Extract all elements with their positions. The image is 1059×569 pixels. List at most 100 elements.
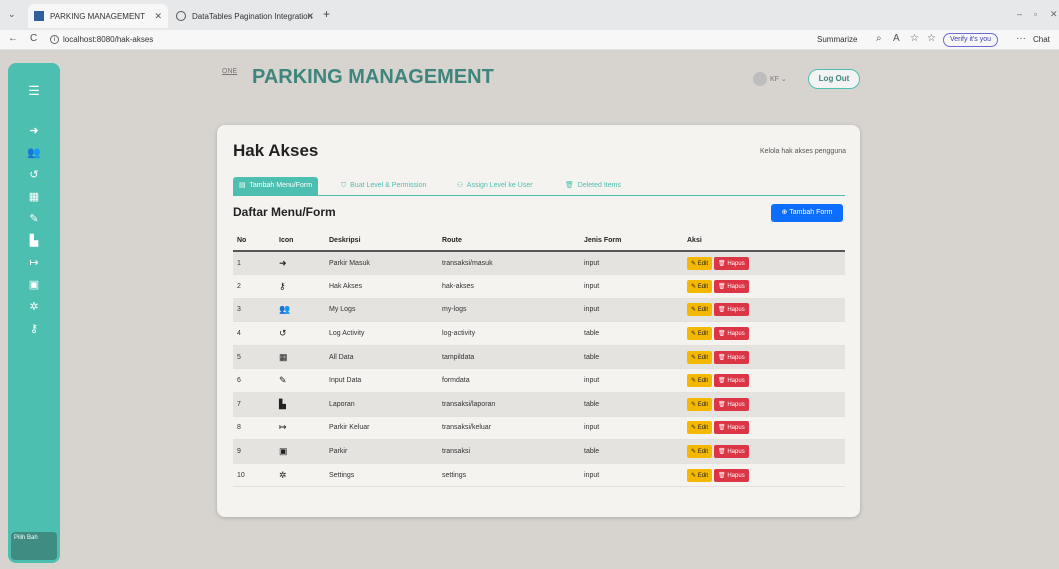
parking-favicon-icon xyxy=(34,11,44,21)
pencil-icon[interactable]: ✎ xyxy=(8,208,60,228)
cell-route: transaksi/keluar xyxy=(438,416,580,441)
logout-button[interactable]: Log Out xyxy=(808,69,860,89)
close-window-icon[interactable]: ✕ xyxy=(1050,9,1058,20)
cell-aksi: ✎ Edit 🗑 Hapus xyxy=(683,345,845,370)
square-icon[interactable]: ▣ xyxy=(8,274,60,294)
restore-icon[interactable]: ▫ xyxy=(1034,9,1037,19)
trash-icon: 🗑 xyxy=(718,378,726,385)
browser-tab-parking[interactable]: PARKING MANAGEMENT ✕ xyxy=(28,4,168,28)
table-icon[interactable]: ▦ xyxy=(8,186,60,206)
delete-button[interactable]: 🗑 Hapus xyxy=(714,327,749,341)
cell-route: tampildata xyxy=(438,345,580,370)
delete-button[interactable]: 🗑 Hapus xyxy=(714,256,749,270)
trash-icon: 🗑 xyxy=(718,260,726,267)
app-title: PARKING MANAGEMENT xyxy=(252,66,494,88)
logo: ONE xyxy=(222,68,238,75)
edit-button[interactable]: ✎ Edit xyxy=(687,256,713,270)
edit-button[interactable]: ✎ Edit xyxy=(687,279,713,293)
page-title: Hak Akses xyxy=(233,141,319,160)
back-icon[interactable]: ← xyxy=(8,33,18,44)
cell-route: transaksi xyxy=(438,439,580,464)
browser-tab-datatables[interactable]: DataTables Pagination Integration ✕ xyxy=(170,4,320,28)
column-header-jenis-form[interactable]: Jenis Form xyxy=(580,231,683,252)
column-header-deskripsi[interactable]: Deskripsi xyxy=(325,231,438,252)
favorite-star-icon[interactable]: ☆ xyxy=(910,33,919,44)
edit-button[interactable]: ✎ Edit xyxy=(687,350,713,364)
read-aloud-icon[interactable]: A xyxy=(893,33,900,44)
users-icon: 👥 xyxy=(275,298,325,323)
avatar[interactable] xyxy=(753,72,767,86)
cell-jenis-form: table xyxy=(580,439,683,464)
edit-button[interactable]: ✎ Edit xyxy=(687,397,713,411)
delete-button[interactable]: 🗑 Hapus xyxy=(714,303,749,317)
verify-profile-button[interactable]: Verify it's you xyxy=(943,33,999,47)
tab-buat-level[interactable]: ⛉ Buat Level & Permission xyxy=(335,177,432,195)
file-icon: ▙ xyxy=(275,392,325,417)
edit-button[interactable]: ✎ Edit xyxy=(687,421,713,435)
table-row: 10 ✲ Settings settings input ✎ Edit 🗑 Hapus xyxy=(233,463,845,488)
close-tab-icon[interactable]: ✕ xyxy=(306,11,314,22)
zoom-icon[interactable]: ⌕ xyxy=(876,33,882,44)
close-tab-icon[interactable]: ✕ xyxy=(154,11,162,22)
cell-jenis-form: input xyxy=(580,416,683,441)
edit-button[interactable]: ✎ Edit xyxy=(687,303,713,317)
cell-route: transaksi/laporan xyxy=(438,392,580,417)
users-icon[interactable]: 👥 xyxy=(8,142,60,162)
delete-button[interactable]: 🗑 Hapus xyxy=(714,374,749,388)
trash-icon: 🗑 xyxy=(718,401,726,408)
column-header-aksi[interactable]: Aksi xyxy=(683,231,845,252)
tab-tambah-menu[interactable]: ▤ Tambah Menu/Form xyxy=(233,177,319,195)
tab-list-chevron-icon[interactable]: ⌄ xyxy=(8,9,16,20)
hak-akses-card: Hak Akses Kelola hak akses pengguna ▤ Ta… xyxy=(217,125,860,517)
delete-button[interactable]: 🗑 Hapus xyxy=(714,421,749,435)
tab-assign-level[interactable]: ⚇ Assign Level ke User xyxy=(451,177,539,195)
summarize-button[interactable]: Summarize xyxy=(817,35,857,44)
gear-icon[interactable]: ✲ xyxy=(8,296,60,316)
cell-no: 1 xyxy=(233,251,275,276)
tab-deleted-items[interactable]: 🗑 Deleted Items xyxy=(559,177,627,195)
table-row: 6 ✎ Input Data formdata input ✎ Edit 🗑 Hapus xyxy=(233,368,845,394)
edit-button[interactable]: ✎ Edit xyxy=(687,468,713,482)
edit-button[interactable]: ✎ Edit xyxy=(687,327,713,341)
delete-button[interactable]: 🗑 Hapus xyxy=(714,445,749,459)
delete-button[interactable]: 🗑 Hapus xyxy=(714,397,749,411)
language-select[interactable]: Pilih Bah xyxy=(11,532,57,560)
table-row: 5 ▦ All Data tampildata table ✎ Edit 🗑 Hapus xyxy=(233,345,845,370)
add-form-button[interactable]: ⊕ Tambah Form xyxy=(771,204,843,222)
column-header-route[interactable]: Route xyxy=(438,231,580,252)
minimize-icon[interactable]: – xyxy=(1017,9,1022,19)
sidebar: ☰ ➜ 👥 ↺ ▦ ✎ ▙ ↦ ▣ ✲ ⚷ Pilih Bah xyxy=(8,63,60,563)
edit-icon: ✎ xyxy=(691,449,697,456)
delete-button[interactable]: 🗑 Hapus xyxy=(714,279,749,293)
new-tab-icon[interactable]: + xyxy=(323,7,330,21)
cell-no: 6 xyxy=(233,368,275,394)
edit-button[interactable]: ✎ Edit xyxy=(687,445,713,459)
sign-in-icon[interactable]: ➜ xyxy=(8,120,60,140)
trash-icon: 🗑 xyxy=(565,182,574,189)
delete-button[interactable]: 🗑 Hapus xyxy=(714,468,749,482)
column-header-icon[interactable]: Icon xyxy=(275,231,325,252)
table-body: 1 ➜ Parkir Masuk transaksi/masuk input ✎ Edit… xyxy=(233,251,845,488)
column-header-no[interactable]: No xyxy=(233,231,275,252)
key-icon[interactable]: ⚷ xyxy=(8,318,60,338)
edit-button[interactable]: ✎ Edit xyxy=(687,374,713,388)
cell-aksi: ✎ Edit 🗑 Hapus xyxy=(683,298,845,323)
more-icon[interactable]: ··· xyxy=(1016,33,1026,44)
reload-icon[interactable]: C xyxy=(30,33,37,44)
shield-icon: ⛉ xyxy=(341,182,347,189)
cell-no: 2 xyxy=(233,274,275,299)
cell-deskripsi: Parkir xyxy=(325,439,438,464)
chat-button[interactable]: Chat xyxy=(1033,35,1050,44)
file-icon[interactable]: ▙ xyxy=(8,230,60,250)
edit-icon: ✎ xyxy=(691,472,697,479)
favorites-icon[interactable]: ☆ xyxy=(927,33,936,44)
cell-deskripsi: Input Data xyxy=(325,368,438,394)
browser-tab-label: DataTables Pagination Integration xyxy=(192,11,313,21)
cell-jenis-form: table xyxy=(580,392,683,417)
sign-out-icon[interactable]: ↦ xyxy=(8,252,60,272)
history-icon[interactable]: ↺ xyxy=(8,164,60,184)
delete-button[interactable]: 🗑 Hapus xyxy=(714,350,749,364)
user-menu[interactable]: KF ⌄ xyxy=(770,75,787,83)
menu-icon[interactable]: ☰ xyxy=(8,81,60,101)
url-field[interactable]: i localhost:8080/hak-akses xyxy=(50,35,153,45)
